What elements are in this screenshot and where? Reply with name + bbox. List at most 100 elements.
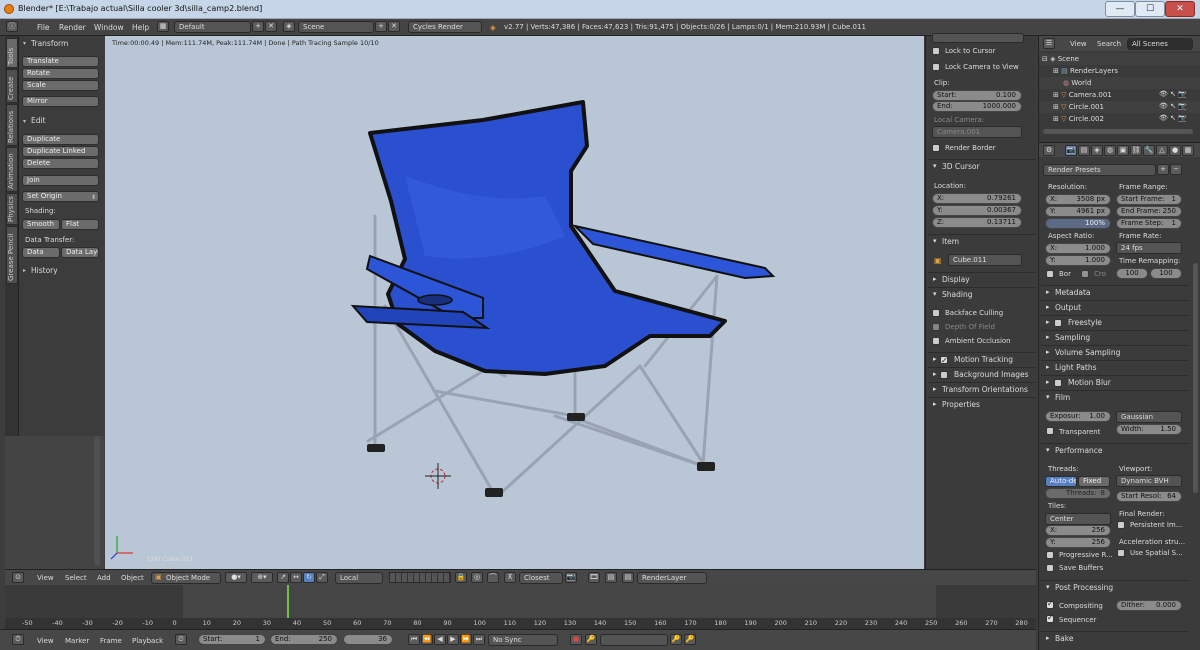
constraints-tab-icon[interactable]: ⛓ (1130, 145, 1142, 156)
world-tab-icon[interactable]: ◍ (1104, 145, 1116, 156)
tab-animation[interactable]: Animation (6, 147, 18, 192)
proportional-falloff-icon[interactable]: ⌒ (487, 572, 499, 583)
3d-viewport[interactable]: Time:00:00.49 | Mem:111.74M, Peak:111.74… (105, 36, 924, 569)
render-presets-select[interactable]: Render Presets (1043, 164, 1156, 176)
minimize-button[interactable]: — (1105, 1, 1135, 17)
panel-output[interactable]: Output (1041, 300, 1189, 314)
cursor-z-field[interactable]: Z: 0.13711 (932, 217, 1022, 228)
lock-camera-checkbox[interactable] (932, 63, 940, 71)
background-images-checkbox[interactable] (940, 371, 948, 379)
aspect-y-field[interactable]: Y: 1.000 (1045, 255, 1111, 266)
menu-render[interactable]: Render (59, 23, 86, 32)
transparent-checkbox[interactable] (1046, 427, 1054, 435)
end-field[interactable]: End: 250 (270, 634, 338, 645)
menu-marker[interactable]: Marker (65, 637, 89, 645)
menu-window[interactable]: Window (94, 23, 124, 32)
spatial-splits-checkbox[interactable] (1117, 549, 1125, 557)
set-origin-button[interactable]: Set Origin (22, 191, 99, 202)
rotate-button[interactable]: Rotate (22, 68, 99, 79)
material-tab-icon[interactable]: ● (1169, 145, 1181, 156)
panel-metadata[interactable]: Metadata (1041, 285, 1189, 299)
save-buffers-checkbox[interactable] (1046, 564, 1054, 572)
collapse-icon[interactable]: ▾ (23, 118, 26, 125)
add-preset-icon[interactable]: + (1157, 164, 1169, 175)
panel-transform[interactable]: Transform (31, 39, 68, 48)
lock-layers-icon[interactable]: 🔒 (455, 572, 467, 583)
remove-preset-icon[interactable]: − (1170, 164, 1182, 175)
transform-orientation-select[interactable]: Local (335, 572, 383, 584)
tab-create[interactable]: Create (6, 69, 18, 103)
freestyle-checkbox[interactable] (1054, 319, 1062, 327)
filter-width-field[interactable]: Width: 1.50 (1116, 424, 1182, 435)
delete-keyframe-icon[interactable]: 🔑 (684, 634, 696, 645)
scene-tab-icon[interactable]: ◈ (1091, 145, 1103, 156)
mirror-button[interactable]: Mirror (22, 96, 99, 107)
keying-set-icon[interactable]: 🔑 (585, 634, 597, 645)
panel-motion-tracking[interactable]: Motion Tracking (928, 352, 1036, 367)
menu-help[interactable]: Help (132, 23, 149, 32)
panel-3d-cursor[interactable]: 3D Cursor (928, 159, 1036, 173)
scale-manip-icon[interactable]: ⤢ (316, 572, 328, 583)
timeline[interactable]: -50 -40 -30 -20 -10 0 10 20 30 40 50 60 70 80 90 100 110… (5, 585, 1036, 629)
outliner-row[interactable]: ⊞ ▤ RenderLayers (1039, 65, 1200, 77)
panel-freestyle[interactable]: Freestyle (1041, 315, 1189, 329)
render-engine-select[interactable]: Cycles Render (408, 21, 482, 33)
translate-button[interactable]: Translate (22, 56, 99, 67)
collapse-icon[interactable]: ▾ (23, 40, 26, 47)
play-reverse-icon[interactable]: ◀ (434, 634, 446, 645)
sequencer-checkbox[interactable] (1046, 613, 1054, 623)
menu-add[interactable]: Add (97, 574, 111, 582)
translate-manip-icon[interactable]: ↔ (290, 572, 302, 583)
pivot-point-icon[interactable]: ⊕▾ (251, 572, 273, 583)
tab-tools[interactable]: Tools (6, 38, 18, 68)
rotate-manip-icon[interactable]: ↻ (303, 572, 315, 583)
motion-tracking-checkbox[interactable] (940, 354, 948, 367)
render-tab-icon[interactable]: 📷 (1065, 145, 1077, 156)
properties-editor-icon[interactable]: ⚙ (1043, 145, 1055, 156)
current-frame-field[interactable]: 36 (343, 634, 393, 645)
panel-properties[interactable]: Properties (928, 397, 1036, 411)
menu-view[interactable]: View (37, 637, 54, 645)
scrollbar[interactable] (1043, 129, 1193, 134)
tile-y-field[interactable]: Y: 256 (1045, 537, 1111, 548)
insert-keyframe-icon[interactable]: 🔑 (670, 634, 682, 645)
editor-type-icon[interactable]: ⏱ (12, 634, 24, 645)
start-resolution-field[interactable]: Start Resol: 64 (1116, 491, 1182, 502)
preview-range-icon[interactable]: ⏲ (175, 634, 187, 645)
delete-button[interactable]: Delete (22, 158, 99, 169)
threads-count-field[interactable]: Threads: 8 (1045, 488, 1111, 499)
manipulator-icon[interactable]: ↗ (277, 572, 289, 583)
border-checkbox[interactable] (1046, 270, 1054, 278)
lock-cursor-checkbox[interactable] (932, 47, 940, 55)
outliner-display-select[interactable]: All Scenes (1127, 38, 1193, 50)
menu-select[interactable]: Select (65, 574, 87, 582)
resolution-y-field[interactable]: Y: 4961 px (1045, 206, 1111, 217)
panel-item[interactable]: Item (928, 234, 1036, 248)
editor-type-icon[interactable]: ⊙ (12, 572, 24, 583)
panel-shading[interactable]: Shading (928, 287, 1036, 301)
join-button[interactable]: Join (22, 175, 99, 186)
viewport-bvh-select[interactable]: Dynamic BVH (1116, 475, 1182, 487)
ambient-occlusion-checkbox[interactable] (932, 337, 940, 345)
clip-end-field[interactable]: End: 1000.000 (932, 101, 1022, 112)
flat-button[interactable]: Flat (61, 219, 99, 230)
smooth-button[interactable]: Smooth (22, 219, 60, 230)
auto-detect-button[interactable]: Auto-dete (1045, 476, 1077, 487)
visibility-icons[interactable]: 👁 ↖ 📷 (1159, 90, 1187, 98)
clip-start-field[interactable]: Start: 0.100 (932, 90, 1022, 101)
data-tab-icon[interactable]: △ (1156, 145, 1168, 156)
snap-target-select[interactable]: Closest (519, 572, 563, 584)
scrollbar[interactable] (94, 436, 100, 566)
cursor-x-field[interactable]: X: 0.79261 (932, 193, 1022, 204)
panel-volume-sampling[interactable]: Volume Sampling (1041, 345, 1189, 359)
resolution-percent-field[interactable]: 100% (1045, 218, 1111, 229)
prev-keyframe-icon[interactable]: ⏪ (421, 634, 433, 645)
view-field[interactable] (932, 33, 1024, 43)
visibility-icons[interactable]: 👁 ↖ 📷 (1159, 114, 1187, 122)
local-camera-field[interactable]: Camera.001 (932, 126, 1022, 138)
visibility-icons[interactable]: 👁 ↖ 📷 (1159, 102, 1187, 110)
menu-frame[interactable]: Frame (100, 637, 122, 645)
depth-of-field-checkbox[interactable] (932, 323, 940, 331)
panel-background-images[interactable]: Background Images (928, 367, 1036, 381)
backface-culling-checkbox[interactable] (932, 309, 940, 317)
